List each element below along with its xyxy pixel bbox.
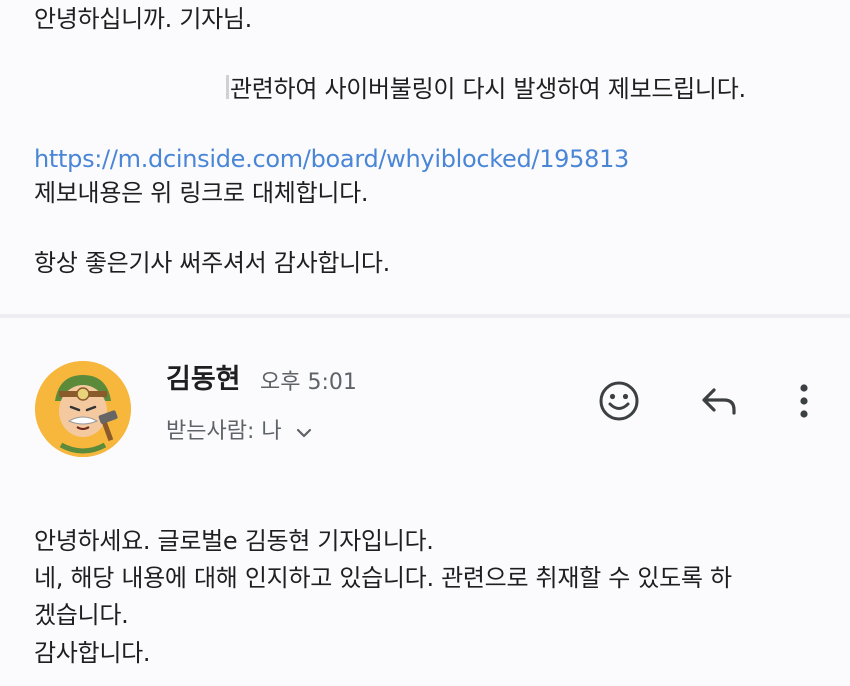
reply-line-1: 안녕하세요. 글로벌e 김동현 기자입니다. — [34, 527, 434, 555]
previous-message-body: 안녕하십니까. 기자님. 관련하여 사이버불링이 다시 발생하여 제보드립니다.… — [0, 0, 850, 314]
emoji-reaction-button[interactable] — [595, 377, 643, 425]
redaction-mark — [226, 75, 229, 99]
reply-line-3: 겠습니다. — [34, 601, 129, 629]
reply-line-4: 감사합니다. — [34, 639, 151, 667]
more-options-button[interactable] — [780, 377, 828, 425]
reply-arrow-icon — [702, 388, 736, 415]
email-thread: 안녕하십니까. 기자님. 관련하여 사이버불링이 다시 발생하여 제보드립니다.… — [0, 0, 850, 686]
message-divider — [0, 314, 850, 318]
recipient-label: 받는사람: 나 — [166, 419, 282, 444]
report-link[interactable]: https://m.dcinside.com/board/whyiblocked… — [34, 142, 629, 176]
previous-report-line: 관련하여 사이버불링이 다시 발생하여 제보드립니다. — [230, 75, 746, 103]
emoji-reaction-icon — [599, 381, 639, 421]
more-vertical-icon — [800, 384, 808, 418]
previous-replace-line: 제보내용은 위 링크로 대체합니다. — [34, 179, 369, 207]
cartoon-character-avatar-icon[interactable] — [35, 361, 131, 457]
sent-time: 오후 5:01 — [260, 370, 357, 395]
reply-button[interactable] — [694, 377, 742, 425]
chevron-down-icon — [294, 422, 314, 442]
sender-name[interactable]: 김동현 — [166, 362, 241, 398]
previous-thanks-line: 항상 좋은기사 써주셔서 감사합니다. — [34, 249, 391, 277]
previous-greeting: 안녕하십니까. 기자님. — [34, 5, 253, 33]
reply-line-2: 네, 해당 내용에 대해 인지하고 있습니다. 관련으로 취재할 수 있도록 하 — [34, 564, 732, 592]
recipient-toggle[interactable]: 받는사람: 나 — [166, 417, 314, 447]
